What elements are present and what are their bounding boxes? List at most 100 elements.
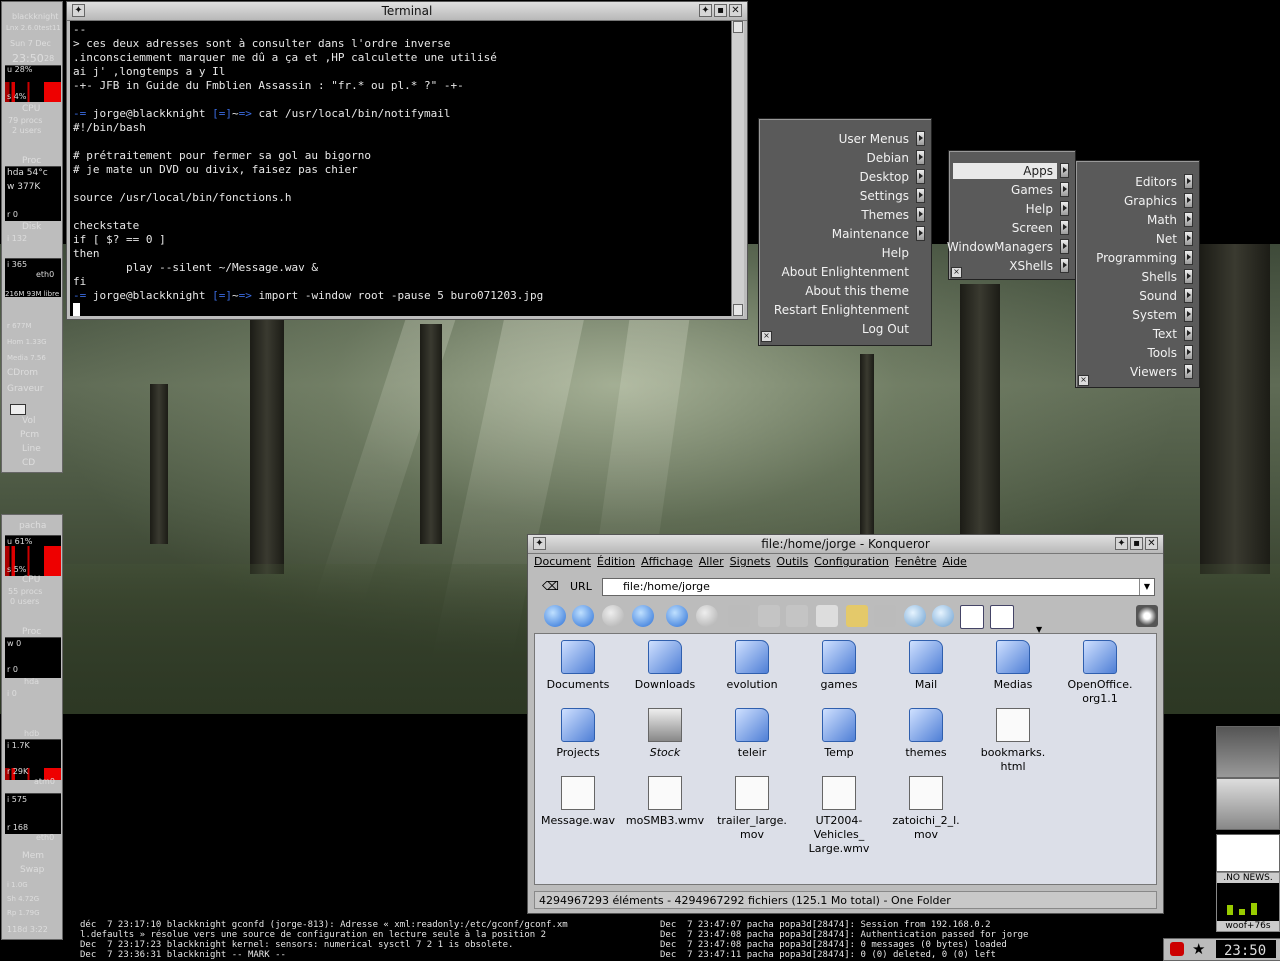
- menu-item-restart-enlightenment[interactable]: Restart Enlightenment: [774, 303, 909, 317]
- file-item[interactable]: Documents: [536, 640, 620, 692]
- terminal-window[interactable]: ✦ Terminal ✦ ▪ ✕ -- > ces deux adresses …: [66, 1, 748, 320]
- menu-item-about-enlightenment[interactable]: About Enlightenment: [782, 265, 909, 279]
- menu-item-games[interactable]: Games: [1011, 183, 1053, 197]
- file-item[interactable]: Message.wav: [536, 776, 620, 828]
- konqueror-gear-icon[interactable]: [1136, 605, 1158, 627]
- menu-item-desktop[interactable]: Desktop: [860, 170, 910, 184]
- menu-item-viewers[interactable]: Viewers: [1130, 365, 1177, 379]
- menu-affichage[interactable]: Affichage: [641, 555, 693, 568]
- file-item[interactable]: Mail: [884, 640, 968, 692]
- file-item[interactable]: evolution: [710, 640, 794, 692]
- menu-item-user-menus[interactable]: User Menus: [839, 132, 909, 146]
- menu-item-settings[interactable]: Settings: [860, 189, 909, 203]
- menu-item-themes[interactable]: Themes: [861, 208, 909, 222]
- menu-item-programming[interactable]: Programming: [1096, 251, 1177, 265]
- iconify-button[interactable]: ✦: [699, 4, 712, 17]
- desktop-pager-2[interactable]: [1216, 778, 1280, 830]
- menu-item-text[interactable]: Text: [1153, 327, 1177, 341]
- desktop-pager[interactable]: [1216, 726, 1280, 778]
- menu-aller[interactable]: Aller: [699, 555, 724, 568]
- clear-location-icon[interactable]: ⌫: [542, 579, 559, 593]
- stop-icon[interactable]: [696, 605, 718, 627]
- terminal-scrollbar[interactable]: [731, 21, 744, 316]
- zoom-out-icon[interactable]: [932, 605, 954, 627]
- menu--dition[interactable]: Édition: [597, 555, 635, 568]
- terminal-titlebar[interactable]: ✦ Terminal ✦ ▪ ✕: [67, 2, 747, 21]
- desktop-pager-3[interactable]: [1216, 834, 1280, 872]
- menu-item-system[interactable]: System: [1132, 308, 1177, 322]
- paste-icon[interactable]: [786, 605, 808, 627]
- maximize-button[interactable]: ▪: [1130, 537, 1143, 550]
- graveur-label[interactable]: Graveur: [7, 384, 43, 394]
- file-view[interactable]: Documents Downloads evolution games Mail Medi…: [534, 633, 1157, 885]
- menu-document[interactable]: Document: [534, 555, 591, 568]
- file-item[interactable]: Projects: [536, 708, 620, 760]
- menu-item-about-this-theme[interactable]: About this theme: [805, 284, 909, 298]
- menu-item-apps[interactable]: Apps: [1023, 164, 1053, 178]
- menu-close-icon[interactable]: ×: [1078, 375, 1089, 386]
- zoom-in-icon[interactable]: [904, 605, 926, 627]
- menu-outils[interactable]: Outils: [776, 555, 808, 568]
- url-dropdown-icon[interactable]: ▼: [1139, 579, 1154, 595]
- file-item[interactable]: games: [797, 640, 881, 692]
- star-icon[interactable]: ★: [1192, 940, 1205, 958]
- file-item[interactable]: moSMB3.wmv: [623, 776, 707, 828]
- detail-view-icon[interactable]: [990, 605, 1014, 629]
- window-menu-button[interactable]: ✦: [533, 537, 546, 550]
- iconify-button[interactable]: ✦: [1115, 537, 1128, 550]
- menu-item-debian[interactable]: Debian: [866, 151, 909, 165]
- menu-close-icon[interactable]: ×: [761, 331, 772, 342]
- file-item[interactable]: trailer_large. mov: [710, 776, 794, 842]
- vol-label[interactable]: Vol: [22, 416, 35, 426]
- file-item[interactable]: Downloads: [623, 640, 707, 692]
- menu-item-sound[interactable]: Sound: [1139, 289, 1177, 303]
- file-item[interactable]: teleir: [710, 708, 794, 760]
- app-icon[interactable]: [1170, 942, 1184, 956]
- icon-view-icon[interactable]: [960, 605, 984, 629]
- cdrom-label[interactable]: CDrom: [7, 368, 38, 378]
- close-button[interactable]: ✕: [729, 4, 742, 17]
- konqueror-titlebar[interactable]: ✦ file:/home/jorge - Konqueror ✦ ▪ ✕: [528, 535, 1163, 554]
- file-item[interactable]: Temp: [797, 708, 881, 760]
- close-button[interactable]: ✕: [1145, 537, 1158, 550]
- konqueror-window[interactable]: ✦ file:/home/jorge - Konqueror ✦ ▪ ✕ Doc…: [527, 534, 1164, 914]
- menu-item-graphics[interactable]: Graphics: [1124, 194, 1177, 208]
- terminal-screen[interactable]: -- > ces deux adresses sont à consulter …: [70, 21, 731, 316]
- file-item[interactable]: zatoichi_2_l. mov: [884, 776, 968, 842]
- menu-fen-tre[interactable]: Fenêtre: [895, 555, 937, 568]
- url-input[interactable]: file:/home/jorge ▼: [602, 578, 1155, 596]
- file-item[interactable]: OpenOffice. org1.1: [1058, 640, 1142, 706]
- file-item[interactable]: bookmarks. html: [971, 708, 1055, 774]
- file-item[interactable]: themes: [884, 708, 968, 760]
- file-item[interactable]: Stock: [623, 708, 707, 760]
- window-menu-button[interactable]: ✦: [72, 4, 85, 17]
- maximize-button[interactable]: ▪: [714, 4, 727, 17]
- menu-item-math[interactable]: Math: [1147, 213, 1177, 227]
- menu-item-net[interactable]: Net: [1156, 232, 1177, 246]
- menu-item-windowmanagers[interactable]: WindowManagers: [947, 240, 1053, 254]
- menu-item-editors[interactable]: Editors: [1135, 175, 1177, 189]
- home-icon[interactable]: [632, 605, 654, 627]
- up-icon[interactable]: [544, 605, 566, 627]
- menu-item-shells[interactable]: Shells: [1141, 270, 1177, 284]
- forward-icon[interactable]: [602, 605, 624, 627]
- menu-item-tools[interactable]: Tools: [1147, 346, 1177, 360]
- cut-icon[interactable]: [728, 605, 750, 627]
- back-icon[interactable]: [572, 605, 594, 627]
- reload-icon[interactable]: [666, 605, 688, 627]
- menu-item-maintenance[interactable]: Maintenance: [832, 227, 909, 241]
- print-icon[interactable]: [816, 605, 838, 627]
- menu-configuration[interactable]: Configuration: [814, 555, 889, 568]
- trash-icon[interactable]: [874, 605, 896, 627]
- file-item[interactable]: Medias: [971, 640, 1055, 692]
- cd-label[interactable]: CD: [22, 458, 35, 468]
- menu-item-help[interactable]: Help: [882, 246, 909, 260]
- menu-item-xshells[interactable]: XShells: [1009, 259, 1053, 273]
- file-item[interactable]: UT2004- Vehicles_ Large.wmv: [797, 776, 881, 856]
- menu-close-icon[interactable]: ×: [951, 267, 962, 278]
- menu-item-log-out[interactable]: Log Out: [862, 322, 909, 336]
- new-folder-icon[interactable]: [846, 605, 868, 627]
- menu-aide[interactable]: Aide: [942, 555, 966, 568]
- menu-item-screen[interactable]: Screen: [1012, 221, 1053, 235]
- pcm-label[interactable]: Pcm: [20, 430, 39, 440]
